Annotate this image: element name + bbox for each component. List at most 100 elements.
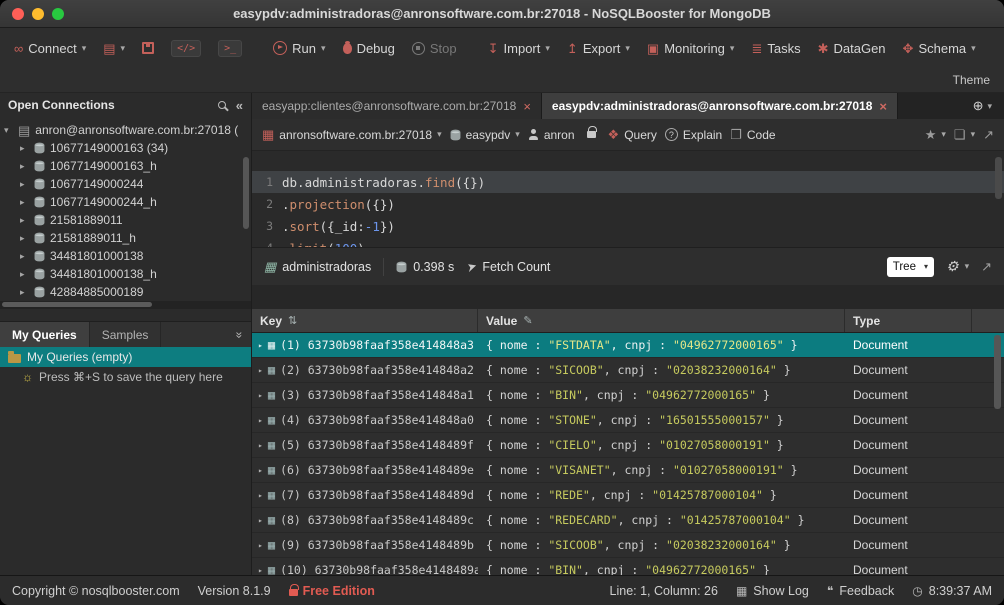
zoom-window-button[interactable] [52,8,64,20]
expand-row-icon[interactable]: ▸ [258,541,263,550]
tasks-button[interactable]: ≣ Tasks [751,41,800,56]
database-item[interactable]: ▸ 34481801000138 [0,247,251,265]
database-item[interactable]: ▸ 10677149000163 (34) [0,139,251,157]
expand-row-icon[interactable]: ▸ [258,516,263,525]
expand-icon[interactable]: ▸ [20,161,29,172]
monitoring-button[interactable]: ▣ Monitoring ▾ [647,41,735,56]
shell-button[interactable]: >_ [218,40,242,57]
open-recent-button[interactable]: ▤ ▾ [103,42,125,55]
table-row[interactable]: ▸ ▦ (8) 63730b98faaf358e4148489c { nome … [252,508,1004,533]
table-row[interactable]: ▸ ▦ (10) 63730b98faaf358e4148489a { nome… [252,558,1004,575]
free-edition-badge[interactable]: Free Edition [289,584,375,598]
expand-row-icon[interactable]: ▸ [258,466,263,475]
key-cell[interactable]: ▸ ▦ (10) 63730b98faaf358e4148489a [252,563,478,575]
database-item[interactable]: ▸ 10677149000163_h [0,157,251,175]
tree-vertical-scrollbar[interactable] [243,157,249,229]
show-log-button[interactable]: ▦ Show Log [736,584,809,598]
value-cell[interactable]: { nome : "STONE", cnpj : "16501555000157… [478,413,845,427]
table-row[interactable]: ▸ ▦ (4) 63730b98faaf358e414848a0 { nome … [252,408,1004,433]
code-editor[interactable]: 1 db.administradoras.find({}) 2 .project… [252,151,1004,247]
search-icon[interactable] [218,101,226,109]
value-cell[interactable]: { nome : "SICOOB", cnpj : "0203823200016… [478,538,845,552]
breadcrumb-server[interactable]: ▦ anronsoftware.com.br:27018 ▾ [262,128,442,142]
tab-close-icon[interactable]: × [879,99,887,114]
expand-row-icon[interactable]: ▸ [258,441,263,450]
value-cell[interactable]: { nome : "CIELO", cnpj : "01027058000191… [478,438,845,452]
results-settings-button[interactable]: ⚙ ▾ [946,258,969,275]
favorites-button[interactable]: ★ ▾ [925,128,946,141]
table-row[interactable]: ▸ ▦ (1) 63730b98faaf358e414848a3 { nome … [252,333,1004,358]
table-row[interactable]: ▸ ▦ (6) 63730b98faaf358e4148489e { nome … [252,458,1004,483]
table-row[interactable]: ▸ ▦ (9) 63730b98faaf358e4148489b { nome … [252,533,1004,558]
sort-icon[interactable]: ⇅ [288,314,297,327]
expand-icon[interactable]: ▸ [20,251,29,262]
query-mode-button[interactable]: ❖ Query [608,128,657,142]
snippets-menu-button[interactable]: ❏ ▾ [954,128,975,141]
value-cell[interactable]: { nome : "BIN", cnpj : "04962772000165" … [478,563,845,575]
feedback-button[interactable]: ❝ Feedback [827,584,894,598]
snippets-button[interactable]: </> [171,40,201,57]
key-cell[interactable]: ▸ ▦ (4) 63730b98faaf358e414848a0 [252,413,478,427]
expand-icon[interactable]: ▸ [20,269,29,280]
column-header-key[interactable]: Key ⇅ [252,309,478,332]
value-cell[interactable]: { nome : "REDE", cnpj : "01425787000104"… [478,488,845,502]
database-item[interactable]: ▸ 42884885000189 [0,283,251,301]
value-cell[interactable]: { nome : "REDECARD", cnpj : "01425787000… [478,513,845,527]
pencil-icon[interactable]: ✎ [523,314,532,327]
tree-horizontal-scrollbar[interactable] [0,301,251,309]
expand-icon[interactable]: ▸ [20,197,29,208]
code-line[interactable]: 2 .projection({}) [252,193,1004,215]
results-scrollbar[interactable] [994,335,1001,409]
key-cell[interactable]: ▸ ▦ (3) 63730b98faaf358e414848a1 [252,388,478,402]
expand-row-icon[interactable]: ▸ [258,341,263,350]
database-item[interactable]: ▸ 21581889011 [0,211,251,229]
export-button[interactable]: ↥ Export ▾ [567,41,630,56]
breadcrumb-database[interactable]: easypdv ▾ [450,128,520,142]
key-cell[interactable]: ▸ ▦ (7) 63730b98faaf358e4148489d [252,488,478,502]
expand-icon[interactable]: ▸ [20,215,29,226]
theme-link[interactable]: Theme [953,73,990,87]
key-cell[interactable]: ▸ ▦ (9) 63730b98faaf358e4148489b [252,538,478,552]
database-item[interactable]: ▸ 10677149000244_h [0,193,251,211]
collection-result-tab[interactable]: ▦ administradoras [264,259,371,275]
table-row[interactable]: ▸ ▦ (7) 63730b98faaf358e4148489d { nome … [252,483,1004,508]
expand-icon[interactable]: ▸ [20,143,29,154]
expand-icon[interactable]: ▸ [20,287,29,298]
key-cell[interactable]: ▸ ▦ (5) 63730b98faaf358e4148489f [252,438,478,452]
explain-button[interactable]: ? Explain [665,128,722,142]
table-row[interactable]: ▸ ▦ (2) 63730b98faaf358e414848a2 { nome … [252,358,1004,383]
value-cell[interactable]: { nome : "SICOOB", cnpj : "0203823200016… [478,363,845,377]
value-cell[interactable]: { nome : "VISANET", cnpj : "010270580001… [478,463,845,477]
expand-row-icon[interactable]: ▸ [258,491,263,500]
key-cell[interactable]: ▸ ▦ (2) 63730b98faaf358e414848a2 [252,363,478,377]
schema-button[interactable]: ✥ Schema ▾ [903,41,976,56]
code-line[interactable]: 1 db.administradoras.find({}) [252,171,1004,193]
my-queries-folder[interactable]: My Queries (empty) [0,347,251,367]
expand-icon[interactable]: ▾ [4,125,13,136]
collapse-sidebar-icon[interactable]: « [236,98,243,113]
database-item[interactable]: ▸ 34481801000138_h [0,265,251,283]
tab-close-icon[interactable]: × [523,99,531,114]
code-button[interactable]: ❐ Code [730,128,775,142]
fetch-count-button[interactable]: ➤ Fetch Count [466,260,550,274]
minimize-window-button[interactable] [32,8,44,20]
key-cell[interactable]: ▸ ▦ (6) 63730b98faaf358e4148489e [252,463,478,477]
new-tab-button[interactable]: ⊕ ▾ [961,93,1004,119]
run-button[interactable]: Run ▾ [273,41,325,56]
value-cell[interactable]: { nome : "FSTDATA", cnpj : "049627720001… [478,338,845,352]
breadcrumb-user[interactable]: anron [528,128,575,142]
table-row[interactable]: ▸ ▦ (5) 63730b98faaf358e4148489f { nome … [252,433,1004,458]
code-line[interactable]: 4 .limit(100) [252,237,1004,247]
expand-icon[interactable]: ▸ [20,233,29,244]
stop-button[interactable]: Stop [412,41,457,56]
import-button[interactable]: ↧ Import ▾ [488,41,550,56]
debug-button[interactable]: Debug [343,41,395,56]
lock-icon[interactable] [587,131,596,138]
expand-icon[interactable]: ▸ [20,179,29,190]
key-cell[interactable]: ▸ ▦ (8) 63730b98faaf358e4148489c [252,513,478,527]
editor-tab[interactable]: easyapp:clientes@anronsoftware.com.br:27… [252,93,542,119]
expand-row-icon[interactable]: ▸ [258,391,263,400]
tab-my-queries[interactable]: My Queries [0,322,90,347]
expand-row-icon[interactable]: ▸ [258,416,263,425]
open-in-new-window-button[interactable]: ↗ [983,128,994,141]
